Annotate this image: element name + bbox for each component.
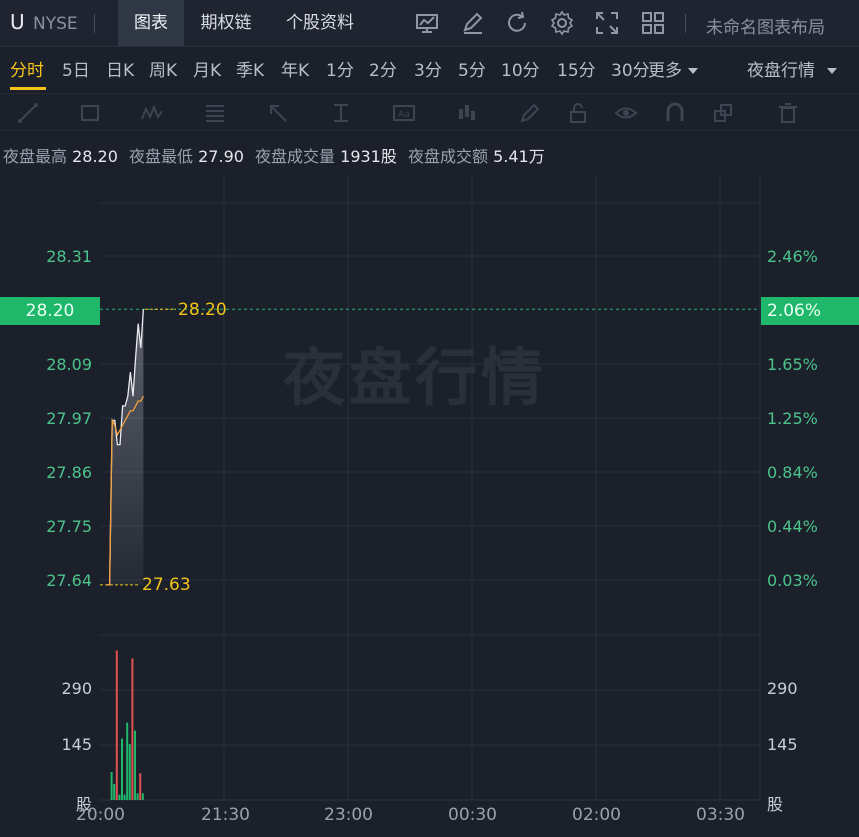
price-tick-left: 28.09: [46, 355, 92, 374]
pct-tick-right: 0.03%: [767, 571, 818, 590]
time-tick: 20:00: [76, 805, 125, 825]
pct-tick-right: 1.65%: [767, 355, 818, 374]
low-price-marker: 27.63: [142, 575, 191, 595]
price-tick-left: 28.31: [46, 247, 92, 266]
high-price-marker: 28.20: [178, 300, 227, 320]
intraday-chart[interactable]: [0, 0, 859, 837]
price-tick-left: 27.97: [46, 409, 92, 428]
pct-tick-right: 1.25%: [767, 409, 818, 428]
time-tick: 21:30: [201, 805, 250, 825]
time-tick: 23:00: [324, 805, 373, 825]
volume-tick-left: 145: [61, 735, 92, 754]
price-tick-left: 27.75: [46, 517, 92, 536]
current-pct-tag: 2.06%: [761, 297, 859, 325]
volume-tick-right: 145: [767, 735, 798, 754]
time-tick: 03:30: [696, 805, 745, 825]
volume-tick-right: 290: [767, 679, 798, 698]
current-price-tag: 28.20: [0, 297, 100, 325]
pct-tick-right: 0.84%: [767, 463, 818, 482]
volume-unit-right: 股: [767, 795, 784, 814]
pct-tick-right: 0.44%: [767, 517, 818, 536]
price-tick-left: 27.64: [46, 571, 92, 590]
time-tick: 02:00: [572, 805, 621, 825]
chart-watermark: 夜盘行情: [283, 341, 548, 414]
price-area: [107, 309, 144, 585]
pct-tick-right: 2.46%: [767, 247, 818, 266]
volume-tick-left: 290: [61, 679, 92, 698]
time-tick: 00:30: [448, 805, 497, 825]
price-tick-left: 27.86: [46, 463, 92, 482]
